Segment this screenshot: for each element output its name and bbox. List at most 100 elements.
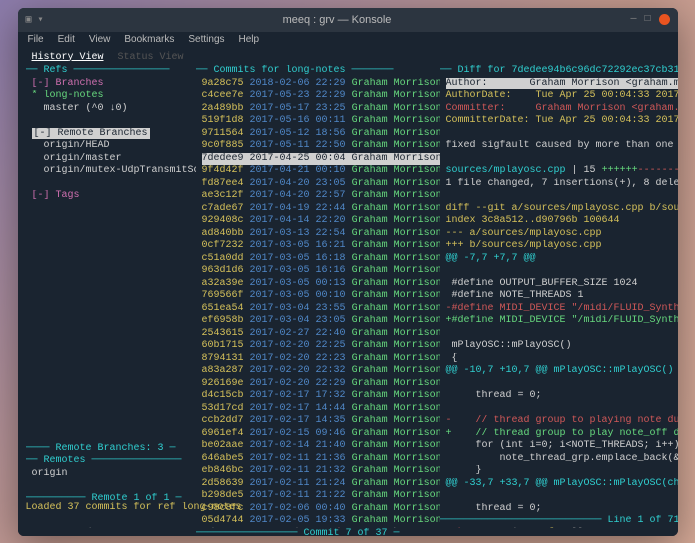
remote-origin[interactable]: origin [32,468,68,479]
commit-row[interactable]: 2543615 2017-02-27 22:40 Graham Morrison [196,328,440,341]
commit-row[interactable]: c51a0dd 2017-03-05 16:18 Graham Morrison [196,253,440,266]
commits-footer: Commit 7 of 37 [298,528,394,536]
diff-hunk: @@ -7,7 +7,7 @@ [446,253,536,264]
diff-hdr: --- a/sources/mplayosc.cpp [446,228,602,239]
diff-hunk: @@ -33,7 +33,7 @@ mPlayOSC::mPlayOSC(cha… [446,478,678,489]
konsole-window: ▣▾ meeq : grv — Konsole — □ File Edit Vi… [18,8,678,536]
commit-row[interactable]: 963d1d6 2017-03-05 16:16 Graham Morrison [196,265,440,278]
remote-item[interactable]: origin/HEAD [44,140,110,151]
tab-history[interactable]: History View [26,52,110,65]
menu-bookmarks[interactable]: Bookmarks [124,34,174,48]
diff-hdr: index 3c8a512..d90796b 100644 [446,215,620,226]
commit-row[interactable]: 9c0f885 2017-05-11 22:50 Graham Morrison [196,140,440,153]
commit-row[interactable]: 0cf7232 2017-03-05 16:21 Graham Morrison [196,240,440,253]
diff-hdr: diff --git a/sources/mplayosc.cpp b/sour… [446,203,678,214]
menu-settings[interactable]: Settings [188,34,224,48]
diff-add: +#define MIDI_DEVICE "/midi/FLUID_Synth_… [446,315,678,326]
branch-selected[interactable]: * long-notes [32,90,104,101]
commit-row[interactable]: 53d17cd 2017-02-17 14:44 Graham Morrison [196,403,440,416]
commit-row[interactable]: 769566f 2017-03-05 00:10 Graham Morrison [196,290,440,303]
commit-row[interactable]: eb846bc 2017-02-11 21:32 Graham Morrison [196,465,440,478]
commit-row[interactable]: 2d58639 2017-02-11 21:24 Graham Morrison [196,478,440,491]
commit-row[interactable]: 8794131 2017-02-20 22:23 Graham Morrison [196,353,440,366]
titlebar[interactable]: ▣▾ meeq : grv — Konsole — □ [18,8,678,32]
commit-row[interactable]: fd87ee4 2017-04-20 23:05 Graham Morrison [196,178,440,191]
diff-file: sources/mplayosc.cpp [446,165,566,176]
minimize-icon[interactable]: — [630,14,636,25]
menu-file[interactable]: File [28,34,44,48]
diff-hdr: +++ b/sources/mplayosc.cpp [446,240,602,251]
tags-header[interactable]: [-] Tags [32,190,80,201]
commits-panel[interactable]: ── Commits for long-notes ─────── 9a28c7… [196,65,440,500]
commit-row[interactable]: ccb2dd7 2017-02-17 14:35 Graham Morrison [196,415,440,428]
branches-header[interactable]: [-] Branches [32,78,104,89]
remote-pager: Remote 1 of 1 [86,493,176,504]
diff-committer-date: CommitterDate: Tue Apr 25 00:04:33 2017 … [446,115,678,126]
close-icon[interactable] [659,14,670,25]
remotes-title: Remotes [38,455,92,466]
commit-row[interactable]: d4c15cb 2017-02-17 17:32 Graham Morrison [196,390,440,403]
diff-panel[interactable]: ── Diff for 7dedee94b6c96dc72292ec37cb31… [440,65,678,500]
diff-del: - // thread group to playing note dura [446,415,678,426]
diff-ctx: #define OUTPUT_BUFFER_SIZE 1024 [446,278,638,289]
commit-row[interactable]: c98c8fc 2017-02-06 00:40 Graham Morrison [196,503,440,516]
commits-title: Commits for long-notes [208,65,352,76]
terminal-area[interactable]: History View Status View ── Refs ───────… [18,50,678,536]
diff-hunk: @@ -10,7 +10,7 @@ mPlayOSC::mPlayOSC() [446,365,674,376]
menu-view[interactable]: View [89,34,111,48]
commit-row[interactable]: ad840bb 2017-03-13 22:54 Graham Morrison [196,228,440,241]
app-icon: ▣▾ [26,14,44,26]
diff-del: -#define MIDI_DEVICE "/midi/FLUID_Synth_… [446,303,678,314]
refs-panel[interactable]: ── Refs ──────────────── [-] Branches * … [26,65,196,500]
commit-row[interactable]: 646abe5 2017-02-11 21:36 Graham Morrison [196,453,440,466]
diff-ctx: } [446,465,482,476]
commit-row[interactable]: c7ade67 2017-04-19 22:44 Graham Morrison [196,203,440,216]
commit-row[interactable]: a32a39e 2017-03-05 00:13 Graham Morrison [196,278,440,291]
menu-help[interactable]: Help [239,34,260,48]
diff-ctx: mPlayOSC::mPlayOSC() [446,340,572,351]
remote-item[interactable]: origin/mutex-UdpTransmitSocket [44,165,196,176]
commit-row[interactable]: be02aae 2017-02-14 21:40 Graham Morrison [196,440,440,453]
diff-author-date: AuthorDate: Tue Apr 25 00:04:33 2017 + [446,90,678,101]
commit-row[interactable]: b298de5 2017-02-11 21:22 Graham Morrison [196,490,440,503]
refs-title: Refs [38,65,74,76]
commit-row[interactable]: 6961ef4 2017-02-15 09:46 Graham Morrison [196,428,440,441]
maximize-icon[interactable]: □ [644,14,650,25]
commit-row[interactable]: c4cee7e 2017-05-23 22:29 Graham Morrison [196,90,440,103]
commit-row[interactable]: 9711564 2017-05-12 18:56 Graham Morrison [196,128,440,141]
commit-row[interactable]: 60b1715 2017-02-20 22:25 Graham Morrison [196,340,440,353]
diff-ctx: note_thread_grp.emplace_back(&mP [446,453,678,464]
diff-summary: 1 file changed, 7 insertions(+), 8 delet… [446,178,678,189]
diff-title: Diff for 7dedee94b6c96dc72292ec37cb31941 [452,65,678,76]
commit-row[interactable]: 7dedee9 2017-04-25 00:04 Graham Morrison [196,153,440,166]
commit-row[interactable]: 651ea54 2017-03-04 23:55 Graham Morrison [196,303,440,316]
diff-footer: Line 1 of 71 [602,515,678,526]
diff-ctx: thread = 0; [446,503,542,514]
commit-row[interactable]: ef6958b 2017-03-04 23:05 Graham Morrison [196,315,440,328]
branch-item[interactable]: master (^0 ↓0) [44,103,128,114]
commit-row[interactable]: ae3c12f 2017-04-20 22:57 Graham Morrison [196,190,440,203]
menu-edit[interactable]: Edit [58,34,75,48]
menubar[interactable]: File Edit View Bookmarks Settings Help [18,32,678,50]
commit-row[interactable]: 519f1d8 2017-05-16 00:11 Graham Morrison [196,115,440,128]
diff-subject: fixed sigfault caused by more than one N… [446,140,678,151]
commit-row[interactable]: 2a489bb 2017-05-17 23:25 Graham Morrison [196,103,440,116]
tab-status[interactable]: Status View [112,52,190,65]
diff-ctx: thread = 0; [446,390,542,401]
commit-row[interactable]: 05d4744 2017-02-05 19:33 Graham Morrison [196,515,440,528]
commit-row[interactable]: 9a28c75 2018-02-06 22:29 Graham Morrison [196,78,440,91]
remote-item[interactable]: origin/master [44,153,122,164]
window-title: meeq : grv — Konsole [44,14,631,26]
diff-committer: Committer: Graham Morrison <graham.mo [446,103,678,114]
diff-author: Author: Graham Morrison <graham.mo [446,78,678,89]
commit-row[interactable]: 929408c 2017-04-14 22:20 Graham Morrison [196,215,440,228]
diff-ctx: #define NOTE_THREADS 1 [446,290,584,301]
commit-row[interactable]: 926169e 2017-02-20 22:29 Graham Morrison [196,378,440,391]
diff-ctx: for (int i=0; i<NOTE_THREADS; i++){ [446,440,678,451]
commit-row[interactable]: a83a287 2017-02-20 22:32 Graham Morrison [196,365,440,378]
refs-footer: Remote Branches: 3 [50,443,170,454]
remote-branches-header[interactable]: [-] Remote Branches [32,128,150,139]
diff-ctx: { [446,353,458,364]
diff-add: + // thread group to play note_off dur [446,428,678,439]
commit-row[interactable]: 9f4d42f 2017-04-21 00:10 Graham Morrison [196,165,440,178]
